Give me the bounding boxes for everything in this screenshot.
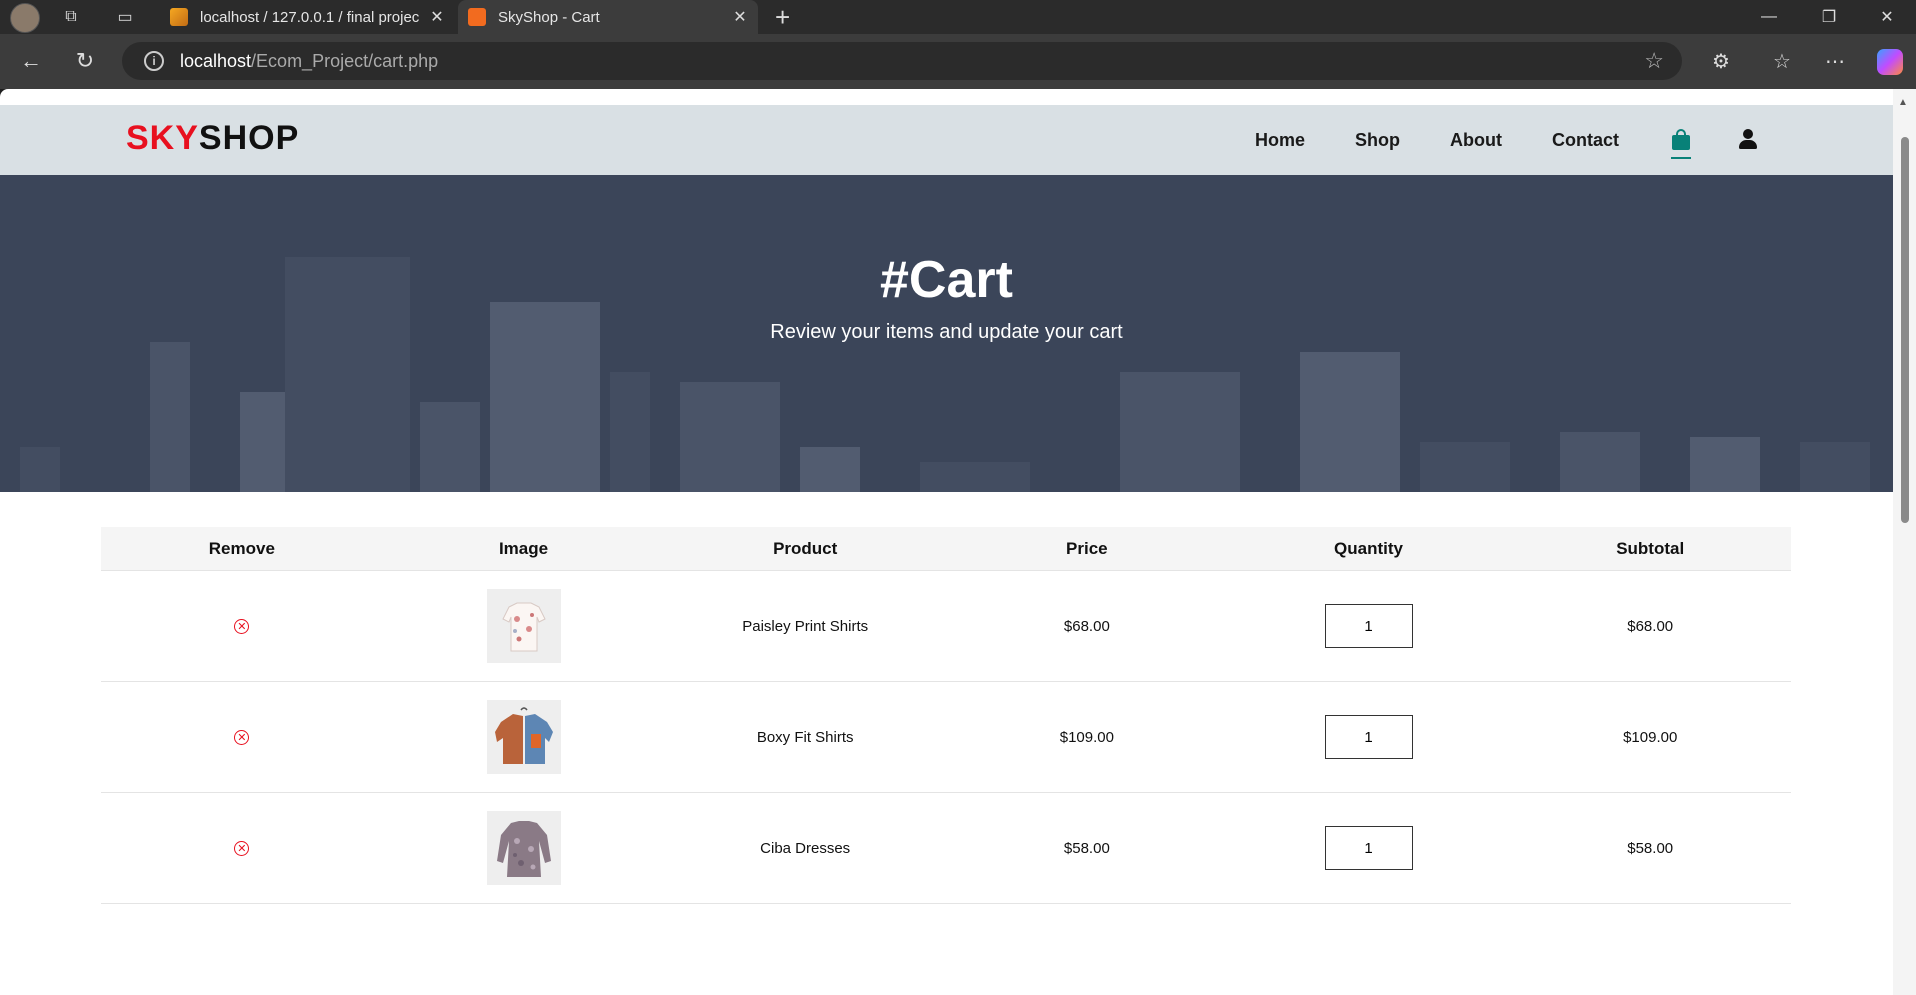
more-menu-icon[interactable]: ⋯ [1820, 46, 1850, 76]
header-subtotal: Subtotal [1616, 539, 1685, 558]
new-tab-icon[interactable]: + [775, 2, 790, 33]
restore-icon[interactable]: ❐ [1804, 0, 1854, 34]
cart-table: Remove Image Product Price Quantity Subt… [101, 527, 1791, 904]
product-price: $68.00 [1063, 617, 1110, 635]
product-price: $109.00 [1059, 728, 1114, 746]
ciba-dress-image [486, 811, 561, 885]
product-subtotal: $68.00 [1627, 617, 1674, 635]
tab-actions-icon[interactable]: ▭ [112, 4, 138, 30]
cart-table-header: Remove Image Product Price Quantity Subt… [101, 527, 1791, 571]
url-host: localhost [180, 50, 252, 71]
address-toolbar: ← ↻ i localhost/Ecom_Project/cart.php ☆ … [0, 34, 1916, 89]
xampp-favicon-icon [468, 8, 486, 26]
remove-item-icon[interactable]: ✕ [234, 840, 250, 856]
tab-title: SkyShop - Cart [498, 8, 600, 26]
page-subtitle: Review your items and update your cart [770, 321, 1123, 343]
browser-tab-bar: ⧉ ▭ localhost / 127.0.0.1 / final projec… [0, 0, 1916, 34]
quantity-input[interactable] [1324, 826, 1413, 870]
header-image: Image [498, 539, 549, 558]
page-hero-banner: #Cart Review your items and update your … [0, 175, 1893, 492]
close-tab-icon[interactable]: ✕ [732, 7, 748, 27]
page-viewport: SKYSHOP Home Shop About Contact #Cart Re… [0, 89, 1893, 995]
product-subtotal: $58.00 [1627, 839, 1674, 857]
workspaces-icon[interactable]: ⧉ [58, 4, 84, 30]
page-scrollbar[interactable]: ▲ [1893, 89, 1916, 995]
scroll-up-icon[interactable]: ▲ [1898, 97, 1908, 108]
page-title: #Cart [880, 251, 1013, 309]
product-name[interactable]: Boxy Fit Shirts [664, 729, 946, 746]
url-input[interactable]: i localhost/Ecom_Project/cart.php ☆ [122, 42, 1682, 80]
product-name[interactable]: Ciba Dresses [664, 840, 946, 857]
table-row: ✕ Boxy Fit Shirts $109.00 $109.00 [101, 682, 1791, 793]
logo-shop: SHOP [198, 119, 300, 157]
phpmyadmin-favicon-icon [170, 8, 188, 26]
nav-shop[interactable]: Shop [1355, 130, 1400, 151]
nav-home[interactable]: Home [1255, 130, 1305, 151]
url-path: /Ecom_Project/cart.php [251, 50, 439, 71]
close-window-icon[interactable]: ✕ [1862, 0, 1912, 34]
back-icon[interactable]: ← [16, 46, 46, 76]
remove-item-icon[interactable]: ✕ [234, 618, 250, 634]
profile-avatar[interactable] [10, 3, 40, 33]
header-quantity: Quantity [1334, 539, 1403, 558]
tab-phpmyadmin[interactable]: localhost / 127.0.0.1 / final projec ✕ [160, 0, 455, 34]
product-subtotal: $109.00 [1623, 728, 1678, 746]
table-row: ✕ Ciba Dresses $58.00 $58.00 [101, 793, 1791, 904]
favorite-star-icon[interactable]: ☆ [1644, 48, 1664, 74]
table-row: ✕ Paisley Print Shirts $68.00 $68.00 [101, 571, 1791, 682]
shopping-bag-icon[interactable] [1671, 129, 1691, 159]
skyshop-logo[interactable]: SKYSHOP [126, 119, 299, 158]
tab-title: localhost / 127.0.0.1 / final projec [200, 8, 420, 26]
scroll-thumb[interactable] [1901, 137, 1909, 523]
header-product: Product [773, 539, 838, 558]
favorites-icon[interactable]: ☆ [1767, 46, 1797, 76]
quantity-input[interactable] [1324, 715, 1413, 759]
main-nav: Home Shop About Contact [1205, 105, 1893, 175]
close-tab-icon[interactable]: ✕ [429, 7, 445, 27]
header-remove: Remove [208, 539, 275, 558]
logo-sky: SKY [126, 119, 199, 157]
tab-skyshop-cart[interactable]: SkyShop - Cart ✕ [458, 0, 758, 34]
site-header: SKYSHOP Home Shop About Contact [0, 105, 1893, 175]
extensions-icon[interactable]: ⚙ [1706, 46, 1736, 76]
remove-item-icon[interactable]: ✕ [234, 729, 250, 745]
product-name[interactable]: Paisley Print Shirts [664, 618, 946, 635]
user-icon[interactable] [1739, 129, 1757, 151]
copilot-icon[interactable] [1877, 49, 1903, 75]
site-info-icon[interactable]: i [144, 51, 164, 71]
quantity-input[interactable] [1324, 604, 1413, 648]
paisley-shirt-image [486, 589, 561, 663]
product-price: $58.00 [1063, 839, 1110, 857]
header-price: Price [1066, 539, 1108, 558]
refresh-icon[interactable]: ↻ [70, 46, 100, 76]
boxy-shirt-image [486, 700, 561, 774]
minimize-icon[interactable]: — [1744, 0, 1794, 34]
nav-contact[interactable]: Contact [1552, 130, 1619, 151]
nav-about[interactable]: About [1450, 130, 1502, 151]
